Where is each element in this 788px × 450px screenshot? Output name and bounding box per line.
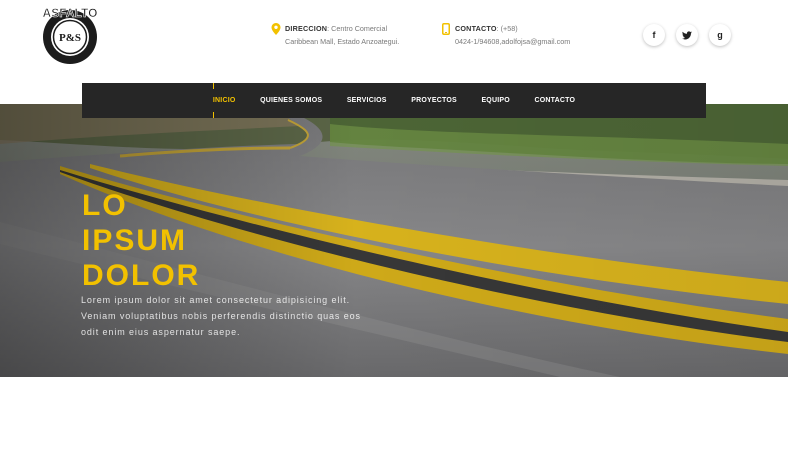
google-plus-icon[interactable]: g <box>709 24 731 46</box>
google-plus-glyph: g <box>717 30 723 40</box>
social-links: f g <box>643 24 731 46</box>
contact-label: CONTACTO <box>455 24 497 33</box>
twitter-icon[interactable] <box>676 24 698 46</box>
nav-item-proyectos[interactable]: PROYECTOS <box>399 83 469 118</box>
hero-title-line-2: IPSUM <box>82 224 188 257</box>
logo-initials: P&S <box>59 32 81 44</box>
nav-item-equipo[interactable]: EQUIPO <box>469 83 522 118</box>
logo-text: ASFALTO <box>43 6 98 20</box>
address-line2: Caribbean Mall, Estado Anzoategui. <box>285 37 400 46</box>
address-info: DIRECCION: Centro Comercial Caribbean Ma… <box>271 22 399 48</box>
address-line1: : Centro Comercial <box>327 24 388 33</box>
contact-line2[interactable]: 0424-1/94608,adolfojsa@gmail.com <box>455 35 570 48</box>
facebook-glyph: f <box>652 30 656 40</box>
hero-title-line-1: LO <box>82 189 128 222</box>
nav-item-servicios[interactable]: SERVICIOS <box>335 83 399 118</box>
nav-item-inicio[interactable]: INICIO <box>201 83 248 118</box>
contact-line1: : (+58) <box>496 24 518 33</box>
facebook-icon[interactable]: f <box>643 24 665 46</box>
phone-icon <box>442 23 450 35</box>
hero-text-line-3: odit enim eius aspernatur saepe. <box>81 327 241 337</box>
location-pin-icon <box>271 23 281 35</box>
main-nav: INICIO QUIENES SOMOS SERVICIOS PROYECTOS… <box>82 83 706 118</box>
nav-item-quienes-somos[interactable]: QUIENES SOMOS <box>248 83 335 118</box>
hero-banner: LO IPSUM DOLOR Lorem ipsum dolor sit ame… <box>0 104 788 377</box>
contact-info: CONTACTO: (+58) 0424-1/94608,adolfojsa@g… <box>441 22 570 48</box>
hero-title: LO IPSUM DOLOR <box>82 188 200 293</box>
address-label: DIRECCION <box>285 24 328 33</box>
hero-text-line-1: Lorem ipsum dolor sit amet consectetur a… <box>81 295 350 305</box>
twitter-bird-icon <box>682 30 692 39</box>
hero-text-line-2: Veniam voluptatibus nobis perferendis di… <box>81 311 361 321</box>
hero-title-line-3: DOLOR <box>82 259 201 292</box>
nav-item-contacto[interactable]: CONTACTO <box>522 83 587 118</box>
hero-description: Lorem ipsum dolor sit amet consectetur a… <box>81 292 391 340</box>
site-logo[interactable]: ASFALTO P&S <box>39 4 101 66</box>
